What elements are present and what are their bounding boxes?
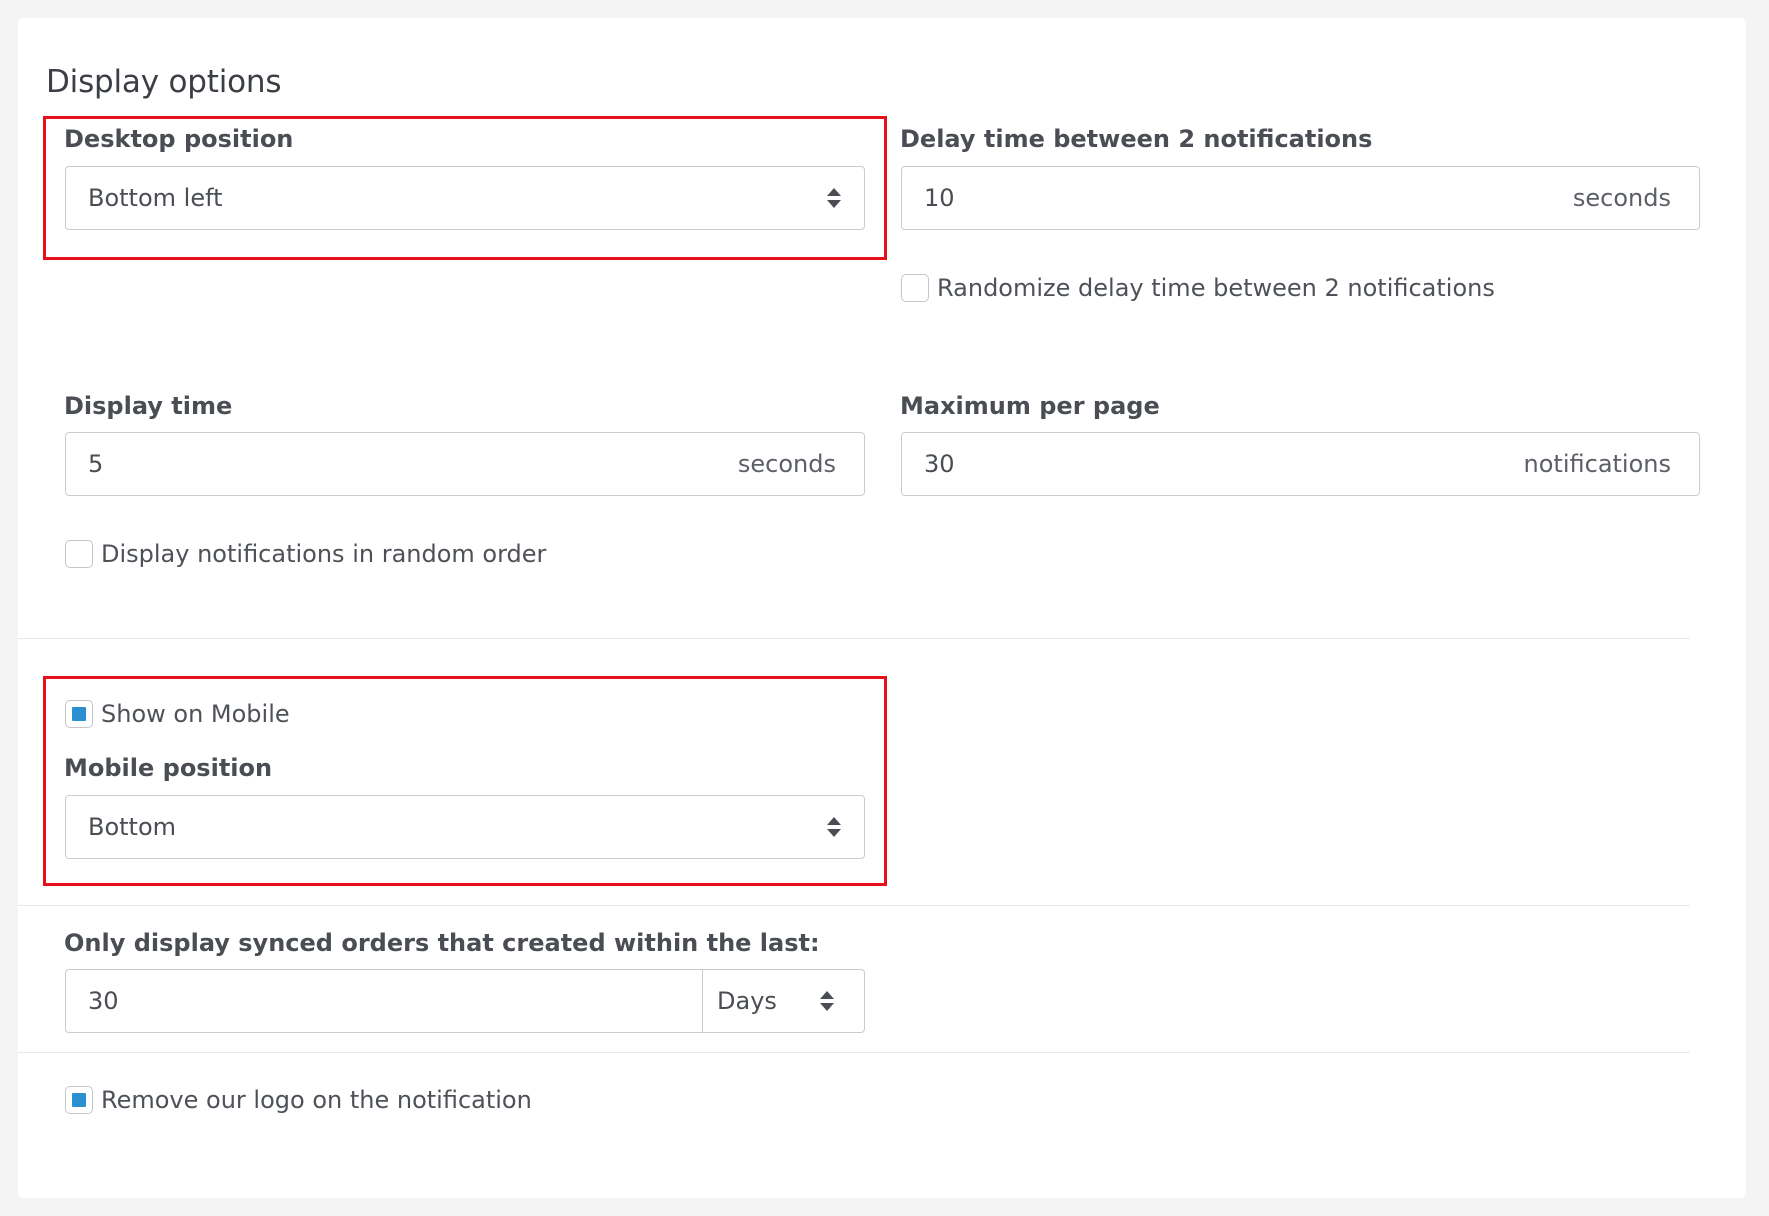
display-time-label: Display time	[64, 392, 233, 420]
desktop-position-highlight	[43, 116, 887, 260]
delay-time-input[interactable]: 10 seconds	[901, 166, 1700, 230]
display-time-value: 5	[88, 450, 104, 478]
maximum-per-page-value: 30	[924, 450, 955, 478]
section-divider	[18, 1052, 1690, 1053]
synced-orders-label: Only display synced orders that created …	[64, 929, 820, 957]
randomize-delay-option[interactable]: Randomize delay time between 2 notificat…	[901, 274, 1495, 302]
randomize-delay-checkbox[interactable]	[901, 274, 929, 302]
display-time-suffix: seconds	[737, 450, 836, 478]
random-order-label: Display notifications in random order	[101, 540, 547, 568]
remove-logo-checkbox[interactable]	[65, 1086, 93, 1114]
synced-orders-value[interactable]: 30	[66, 987, 702, 1015]
synced-orders-unit-value: Days	[717, 987, 777, 1015]
synced-orders-unit-select[interactable]: Days	[702, 970, 864, 1032]
delay-time-label: Delay time between 2 notifications	[900, 125, 1373, 153]
section-divider	[18, 905, 1690, 906]
maximum-per-page-input[interactable]: 30 notifications	[901, 432, 1700, 496]
synced-orders-input-group: 30 Days	[65, 969, 865, 1033]
delay-time-value: 10	[924, 184, 955, 212]
select-arrows-icon	[791, 970, 865, 1032]
random-order-option[interactable]: Display notifications in random order	[65, 540, 546, 568]
delay-time-suffix: seconds	[1572, 184, 1671, 212]
randomize-delay-label: Randomize delay time between 2 notificat…	[937, 274, 1495, 302]
maximum-per-page-label: Maximum per page	[900, 392, 1160, 420]
remove-logo-label: Remove our logo on the notification	[101, 1086, 532, 1114]
random-order-checkbox[interactable]	[65, 540, 93, 568]
mobile-settings-highlight	[43, 676, 887, 886]
section-divider	[18, 638, 1690, 639]
section-title: Display options	[46, 64, 282, 100]
maximum-per-page-suffix: notifications	[1523, 450, 1671, 478]
remove-logo-option[interactable]: Remove our logo on the notification	[65, 1086, 532, 1114]
display-time-input[interactable]: 5 seconds	[65, 432, 865, 496]
